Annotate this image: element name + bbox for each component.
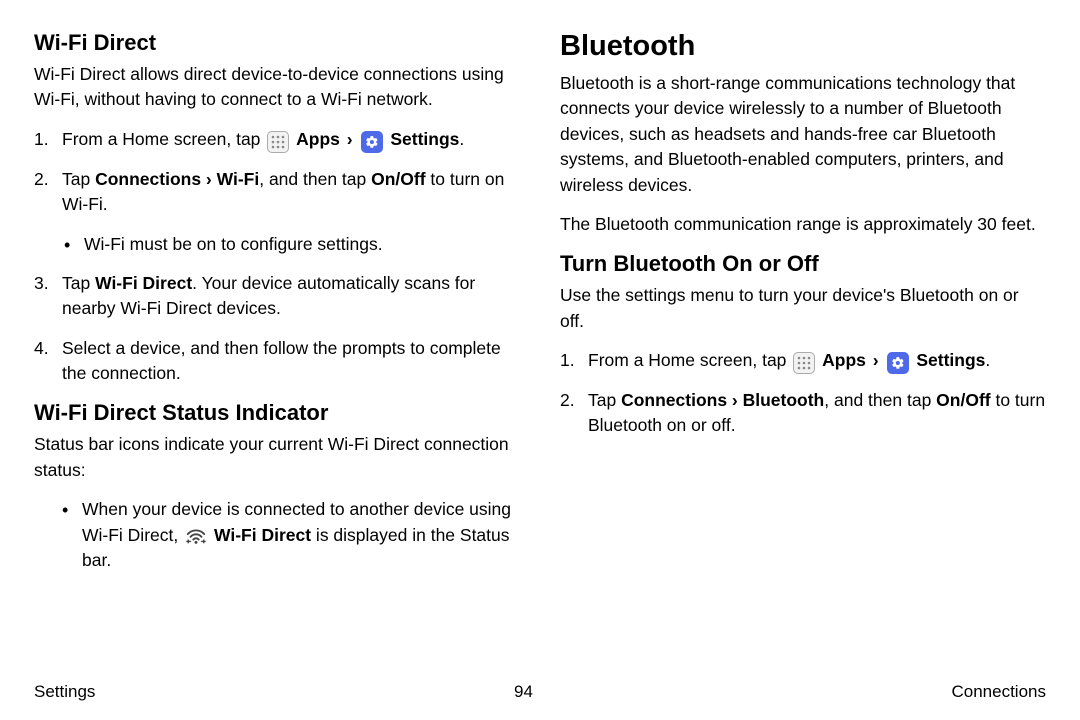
bluetooth-steps: From a Home screen, tap Apps › Settings.… <box>560 348 1046 453</box>
settings-label: Settings <box>390 129 459 149</box>
left-column: Wi-Fi Direct Wi-Fi Direct allows direct … <box>34 30 520 670</box>
apps-label: Apps <box>822 350 866 370</box>
turn-description: Use the settings menu to turn your devic… <box>560 283 1046 334</box>
step-2-sub: Wi-Fi must be on to configure settings. <box>62 232 520 257</box>
step-2: Tap Connections › Wi-Fi, and then tap On… <box>34 167 520 257</box>
settings-icon <box>887 352 909 374</box>
apps-icon <box>793 352 815 374</box>
wifi-direct-steps: From a Home screen, tap Apps › Settings.… <box>34 127 520 401</box>
heading-bluetooth: Bluetooth <box>560 30 1046 63</box>
step-3: Tap Wi-Fi Direct. Your device automatica… <box>34 271 520 322</box>
heading-wifi-direct: Wi-Fi Direct <box>34 30 520 56</box>
status-bullets: When your device is connected to another… <box>34 497 520 583</box>
heading-status-indicator: Wi-Fi Direct Status Indicator <box>34 400 520 426</box>
footer-page-number: 94 <box>514 682 533 702</box>
wifi-direct-description: Wi-Fi Direct allows direct device-to-dev… <box>34 62 520 113</box>
apps-icon <box>267 131 289 153</box>
footer-left: Settings <box>34 682 95 702</box>
step-4: Select a device, and then follow the pro… <box>34 336 520 387</box>
bluetooth-range: The Bluetooth communication range is app… <box>560 212 1046 237</box>
heading-turn-bluetooth: Turn Bluetooth On or Off <box>560 251 1046 277</box>
bluetooth-description: Bluetooth is a short-range communication… <box>560 71 1046 198</box>
settings-icon <box>361 131 383 153</box>
page-footer: Settings 94 Connections <box>34 682 1046 702</box>
step-2-sublist: Wi-Fi must be on to configure settings. <box>62 232 520 257</box>
apps-label: Apps <box>296 129 340 149</box>
bt-step-1: From a Home screen, tap Apps › Settings. <box>560 348 1046 374</box>
right-column: Bluetooth Bluetooth is a short-range com… <box>560 30 1046 670</box>
bt-step-2: Tap Connections › Bluetooth, and then ta… <box>560 388 1046 439</box>
content-columns: Wi-Fi Direct Wi-Fi Direct allows direct … <box>34 30 1046 670</box>
step-1: From a Home screen, tap Apps › Settings. <box>34 127 520 153</box>
settings-label: Settings <box>916 350 985 370</box>
footer-right: Connections <box>951 682 1046 702</box>
status-description: Status bar icons indicate your current W… <box>34 432 520 483</box>
wifi-direct-icon <box>185 525 207 545</box>
status-bullet-1: When your device is connected to another… <box>62 497 520 573</box>
